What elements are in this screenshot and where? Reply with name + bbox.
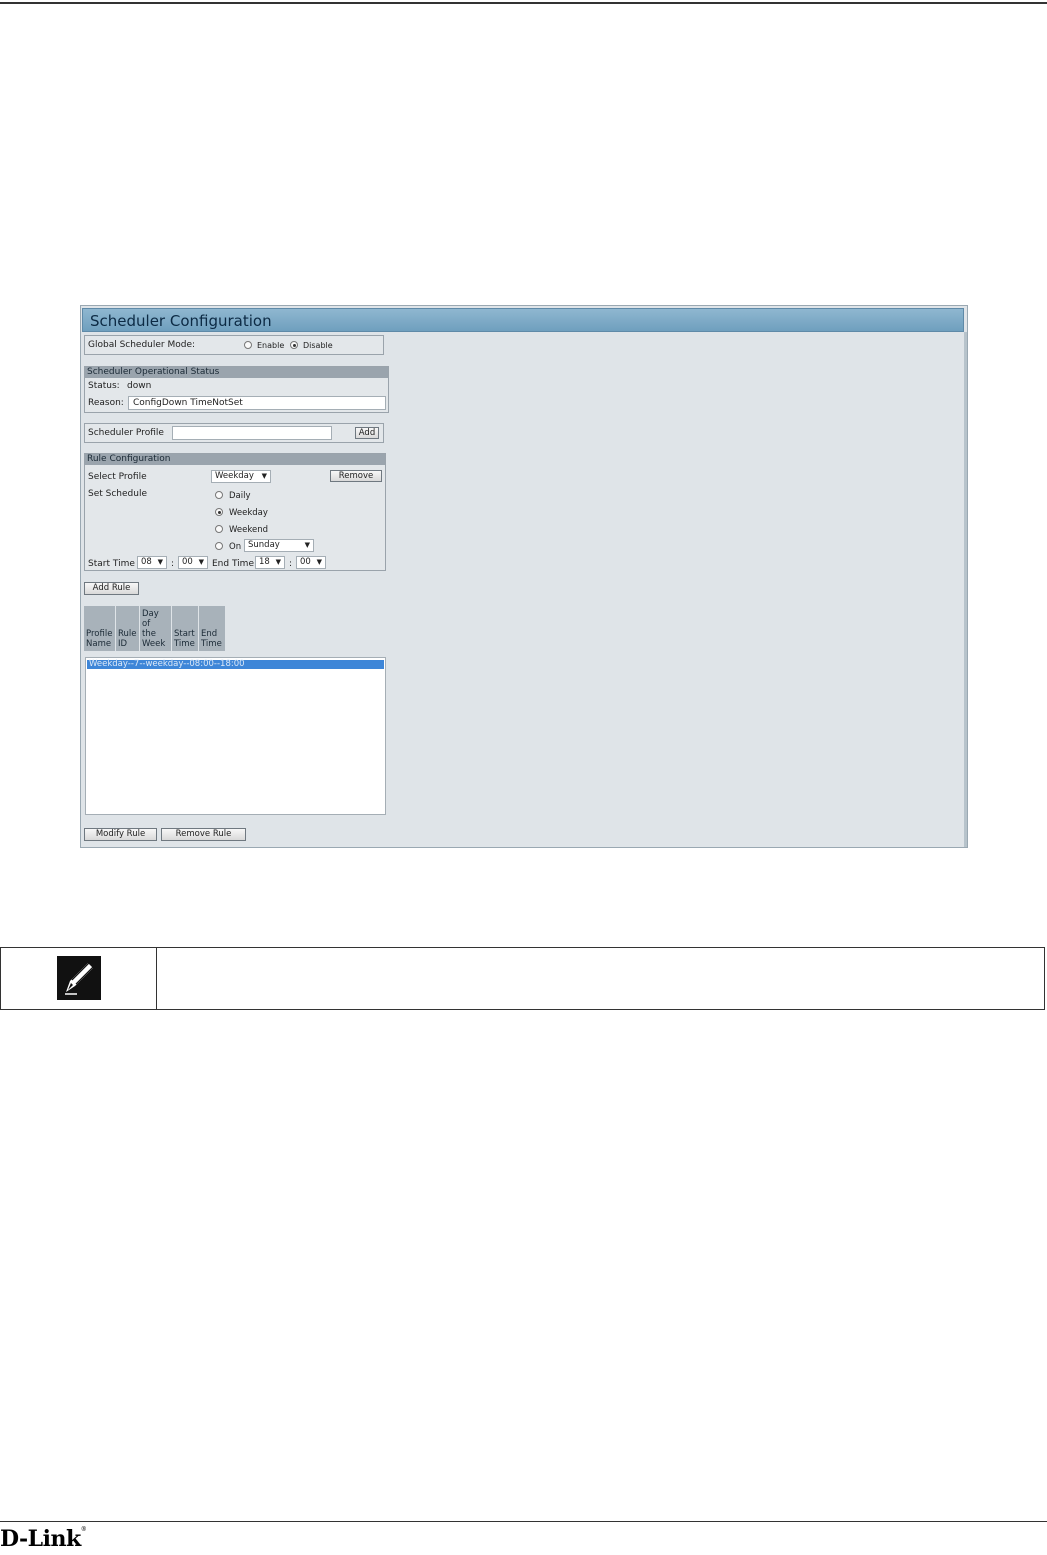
chevron-down-icon: ▼ [304,541,310,549]
chevron-down-icon: ▼ [316,558,322,566]
start-hour-dropdown[interactable]: 08 ▼ [137,556,167,569]
start-time-label: Start Time [88,559,135,569]
start-hour-value: 08 [141,557,152,567]
remove-profile-button[interactable]: Remove [330,470,382,482]
chevron-down-icon: ▼ [261,472,267,480]
weekday-radio[interactable] [215,508,223,516]
start-minute-dropdown[interactable]: 00 ▼ [178,556,208,569]
th-day-of-week: Day of the Week [140,606,171,651]
th-end-time-label: End Time [201,629,222,649]
select-profile-dropdown[interactable]: Weekday ▼ [211,470,271,483]
end-hour-value: 18 [259,557,270,567]
global-mode-label: Global Scheduler Mode: [88,340,196,350]
start-time-colon: : [171,559,175,569]
rules-listbox[interactable]: Weekday--7--weekday--08:00--18:00 [85,657,386,815]
rule-configuration-box: Rule Configuration Select Profile Weekda… [84,453,386,571]
weekend-label: Weekend [229,525,268,535]
disable-radio[interactable] [290,341,298,349]
th-rule-id: Rule ID [116,606,139,651]
status-label: Status: [88,381,120,391]
chevron-down-icon: ▼ [198,558,204,566]
th-profile-name: Profile Name [84,606,115,651]
th-day-of-week-label: Day of the Week [142,609,166,649]
enable-label: Enable [257,341,285,350]
on-day-dropdown[interactable]: Sunday ▼ [244,539,314,552]
status-value: down [127,381,152,391]
start-minute-value: 00 [182,557,193,567]
panel-scrollbar[interactable] [964,332,967,847]
operational-status-box: Scheduler Operational Status Status: dow… [84,366,389,413]
disable-label: Disable [303,341,333,350]
th-end-time: End Time [199,606,225,651]
th-start-time-label: Start Time [174,629,195,649]
rule-configuration-header: Rule Configuration [85,454,385,465]
end-hour-dropdown[interactable]: 18 ▼ [255,556,285,569]
th-rule-id-label: Rule ID [118,629,137,649]
on-day-label: On [229,542,242,552]
daily-label: Daily [229,491,251,501]
reason-value: ConfigDown TimeNotSet [133,398,243,408]
list-item[interactable]: Weekday--7--weekday--08:00--18:00 [87,660,384,669]
chevron-down-icon: ▼ [157,558,163,566]
top-rule [0,2,1047,4]
bottom-rule [0,1521,1047,1522]
scheduler-profile-input[interactable] [172,426,332,440]
select-profile-label: Select Profile [88,472,147,482]
note-pencil-icon [57,956,101,1000]
end-minute-value: 00 [300,557,311,567]
select-profile-value: Weekday [215,471,254,481]
scheduler-profile-label: Scheduler Profile [88,428,164,438]
end-time-label: End Time [212,559,254,569]
reason-field: ConfigDown TimeNotSet [128,396,386,410]
reason-label: Reason: [88,398,124,408]
chevron-down-icon: ▼ [275,558,281,566]
modify-rule-button[interactable]: Modify Rule [84,828,157,841]
scheduler-profile-box: Scheduler Profile Add [84,423,384,443]
add-rule-button[interactable]: Add Rule [84,582,139,595]
daily-radio[interactable] [215,491,223,499]
note-box [0,947,1045,1010]
remove-rule-button[interactable]: Remove Rule [161,828,246,841]
end-time-colon: : [289,559,293,569]
note-divider [156,948,157,1009]
operational-status-header: Scheduler Operational Status [85,367,388,378]
th-start-time: Start Time [172,606,198,651]
weekend-radio[interactable] [215,525,223,533]
enable-radio[interactable] [244,341,252,349]
global-mode-box: Global Scheduler Mode: Enable Disable [84,335,384,355]
add-profile-button[interactable]: Add [355,427,379,439]
weekday-label: Weekday [229,508,268,518]
th-profile-name-label: Profile Name [86,629,113,649]
dlink-logo: D-Link® [0,1526,87,1552]
scheduler-configuration-panel: Scheduler Configuration Global Scheduler… [80,305,968,848]
on-day-value: Sunday [248,540,280,550]
set-schedule-label: Set Schedule [88,489,147,499]
end-minute-dropdown[interactable]: 00 ▼ [296,556,326,569]
on-day-radio[interactable] [215,542,223,550]
panel-title: Scheduler Configuration [82,308,964,332]
